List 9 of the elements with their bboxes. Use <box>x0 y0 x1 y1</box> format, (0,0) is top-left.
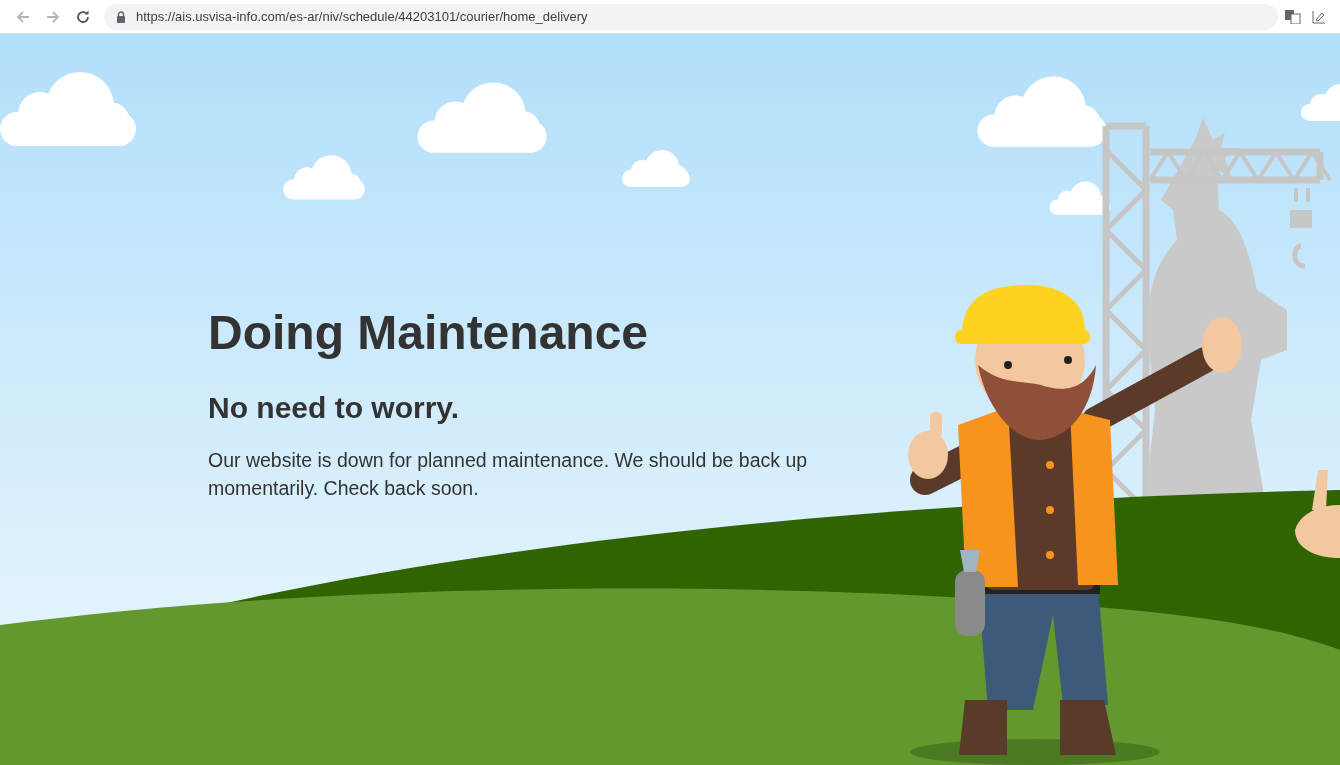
page-subheading: No need to worry. <box>208 390 461 426</box>
lock-icon <box>116 10 126 23</box>
maintenance-message: Our website is down for planned maintenance. We should be back up momentarily. Check back soon. <box>208 448 809 501</box>
reload-icon[interactable] <box>75 8 91 25</box>
page-heading: Doing Maintenance <box>208 306 650 360</box>
url-text: https://ais.usvisa-info.com/es-ar/niv/schedule/44203101/courier/home_delivery <box>136 9 588 24</box>
address-bar[interactable]: https://ais.usvisa-info.com/es-ar/niv/schedule/44203101/courier/home_delivery <box>104 3 1278 30</box>
back-icon[interactable] <box>15 8 31 25</box>
forward-icon[interactable] <box>45 8 61 25</box>
